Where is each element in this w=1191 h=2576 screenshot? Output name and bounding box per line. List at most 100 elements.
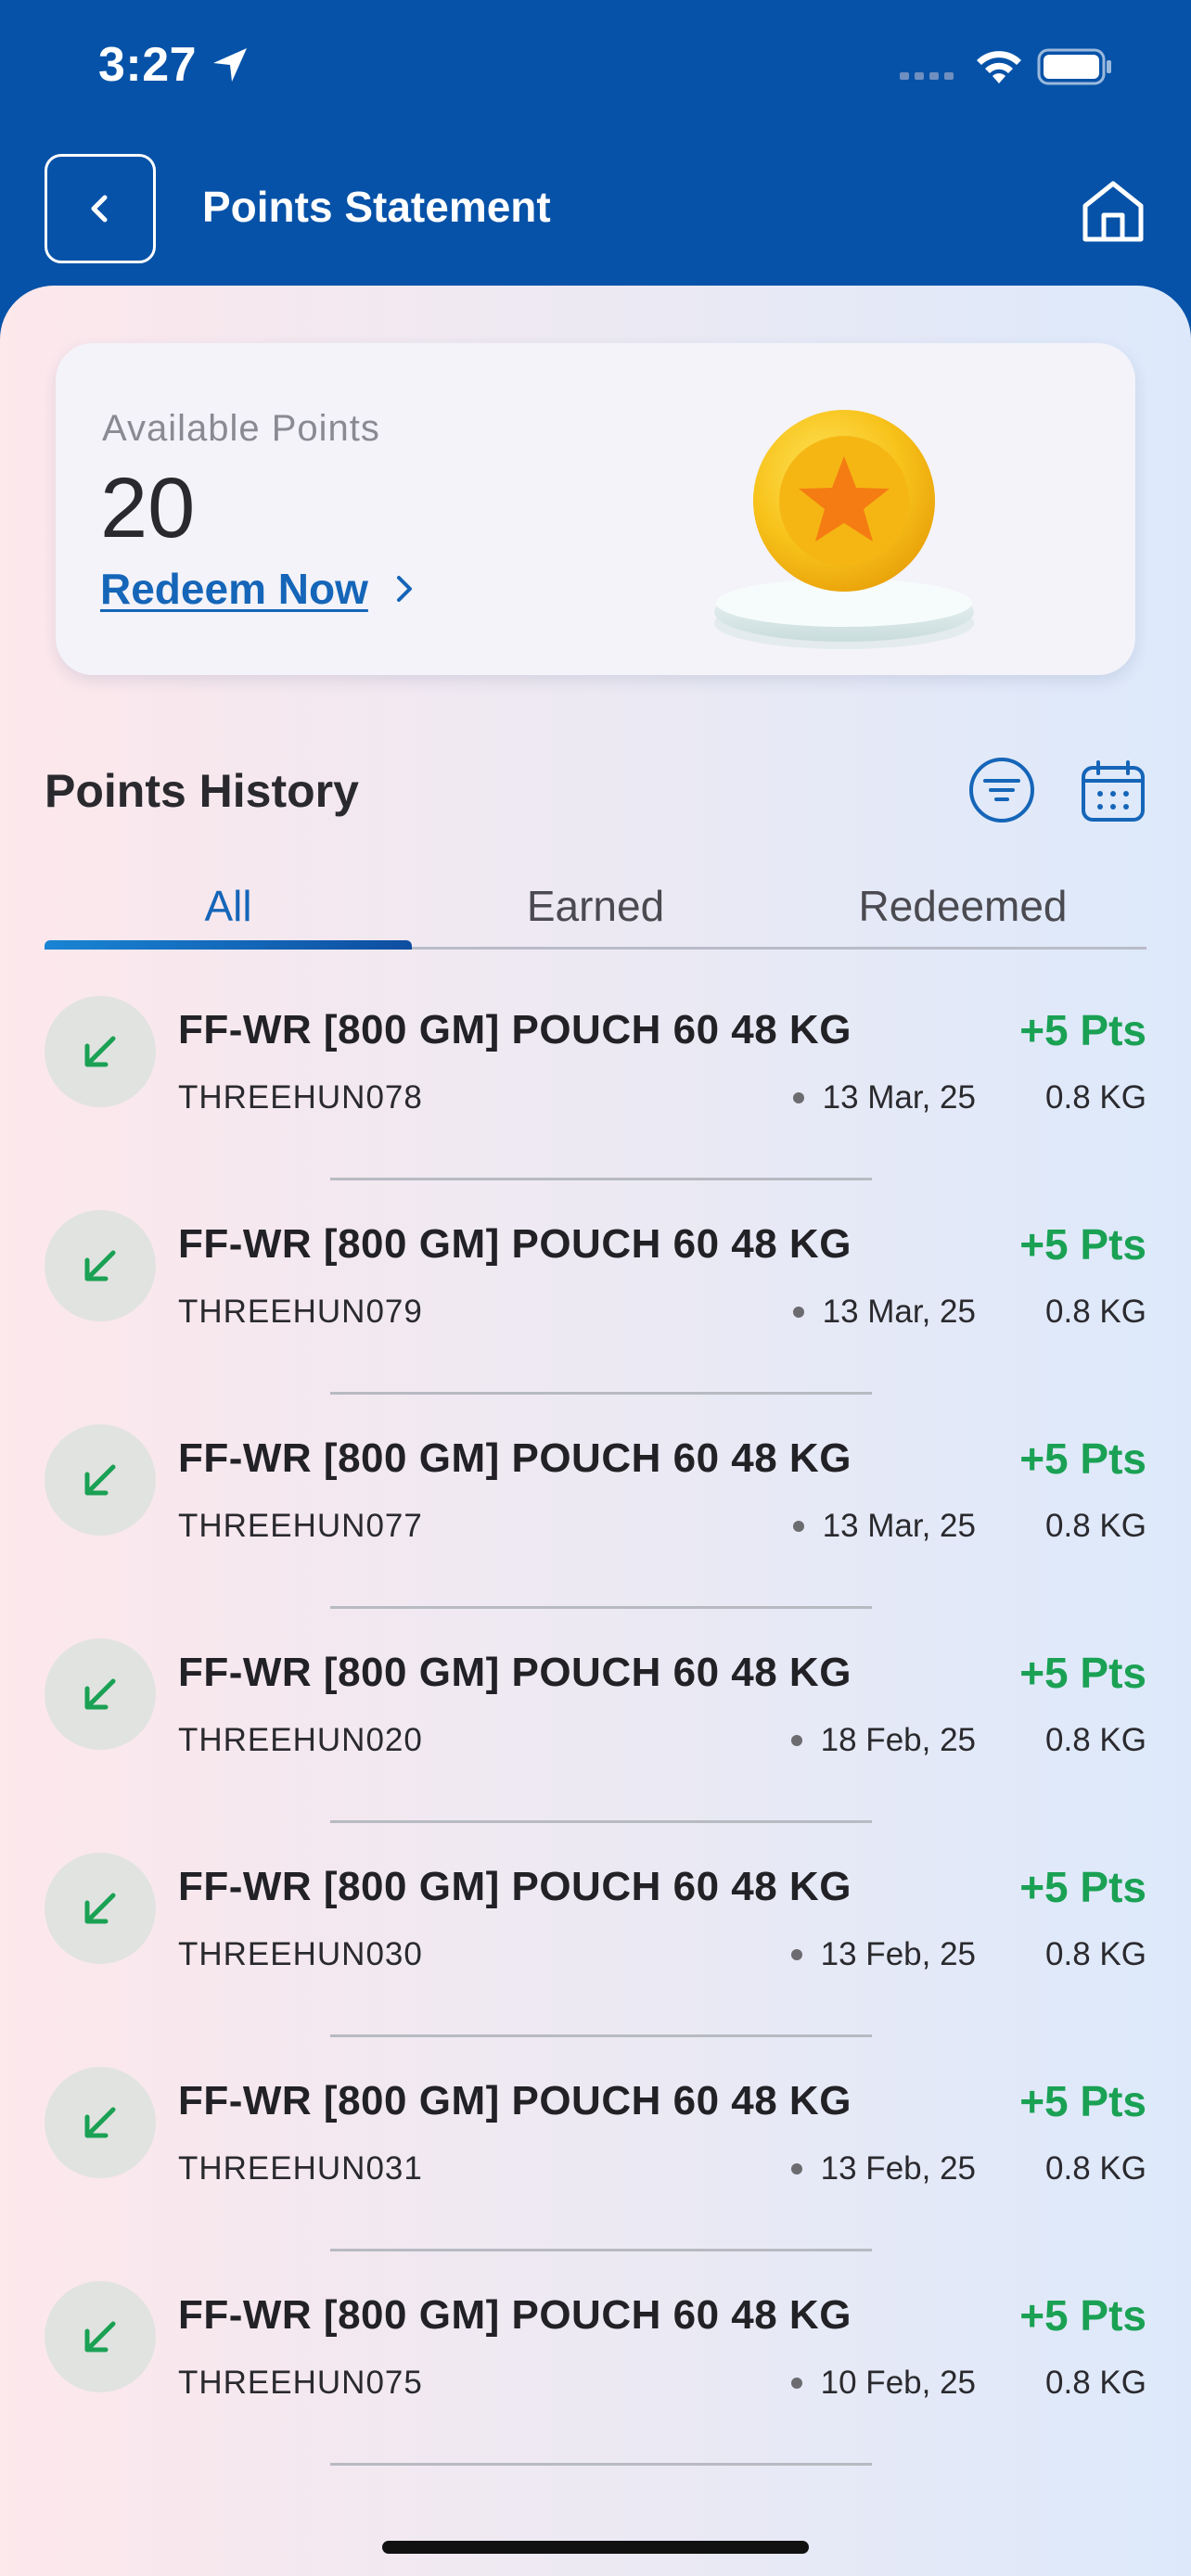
transaction-weight: 0.8 KG xyxy=(1045,1722,1146,1758)
tab-all[interactable]: All xyxy=(45,861,412,950)
arrow-down-left-icon xyxy=(84,1893,116,1924)
transaction-points: +5 Pts xyxy=(1019,1649,1146,1697)
transaction-code: THREEHUN031 xyxy=(178,2150,423,2187)
bullet-dot xyxy=(792,1307,804,1318)
chevron-left-icon xyxy=(91,195,108,223)
transaction-date-text: 18 Feb, 25 xyxy=(820,1722,976,1758)
star-coin-icon xyxy=(714,410,974,649)
transaction-date-text: 13 Mar, 25 xyxy=(822,1294,976,1330)
transaction-row[interactable]: FF-WR [800 GM] POUCH 60 48 KG +5 Pts THR… xyxy=(0,2037,1191,2251)
transaction-date-text: 10 Feb, 25 xyxy=(820,2365,976,2401)
wifi-icon xyxy=(977,51,1021,83)
earned-indicator xyxy=(45,1853,156,1964)
transaction-weight: 0.8 KG xyxy=(1045,2150,1146,2187)
transaction-points: +5 Pts xyxy=(1019,2291,1146,2340)
transaction-title: FF-WR [800 GM] POUCH 60 48 KG xyxy=(178,1650,852,1695)
transaction-code: THREEHUN075 xyxy=(178,2365,423,2401)
transaction-date-text: 13 Feb, 25 xyxy=(820,1936,976,1972)
transaction-row[interactable]: FF-WR [800 GM] POUCH 60 48 KG +5 Pts THR… xyxy=(0,1609,1191,1823)
available-points-label: Available Points xyxy=(102,408,380,449)
transaction-title: FF-WR [800 GM] POUCH 60 48 KG xyxy=(178,2292,852,2338)
transaction-weight: 0.8 KG xyxy=(1045,1079,1146,1116)
earned-indicator xyxy=(45,1424,156,1536)
home-button[interactable] xyxy=(1078,176,1148,251)
transaction-date: 13 Feb, 25 xyxy=(790,1936,976,1973)
transaction-points: +5 Pts xyxy=(1019,1863,1146,1911)
transaction-title: FF-WR [800 GM] POUCH 60 48 KG xyxy=(178,1007,852,1052)
transaction-date: 13 Mar, 25 xyxy=(792,1508,976,1545)
bullet-dot xyxy=(790,2378,802,2389)
transaction-points: +5 Pts xyxy=(1019,1220,1146,1269)
back-button[interactable] xyxy=(45,154,156,263)
transaction-code: THREEHUN079 xyxy=(178,1294,423,1330)
transaction-row[interactable]: FF-WR [800 GM] POUCH 60 48 KG +5 Pts THR… xyxy=(0,1823,1191,2037)
transaction-code: THREEHUN020 xyxy=(178,1722,423,1758)
arrow-down-left-icon xyxy=(84,2107,116,2138)
transaction-weight: 0.8 KG xyxy=(1045,1294,1146,1330)
transaction-date-text: 13 Feb, 25 xyxy=(820,2150,976,2187)
redeem-now-link[interactable]: Redeem Now xyxy=(100,564,416,614)
available-points-value: 20 xyxy=(100,461,196,555)
row-divider xyxy=(330,2463,872,2466)
transaction-date: 13 Mar, 25 xyxy=(792,1294,976,1331)
transaction-code: THREEHUN077 xyxy=(178,1508,423,1544)
tab-earned[interactable]: Earned xyxy=(412,861,779,947)
home-icon xyxy=(1082,181,1144,242)
main-panel: Available Points 20 Redeem Now Points Hi… xyxy=(0,286,1191,2576)
transaction-row[interactable]: FF-WR [800 GM] POUCH 60 48 KG +5 Pts THR… xyxy=(0,966,1191,1180)
transaction-title: FF-WR [800 GM] POUCH 60 48 KG xyxy=(178,2078,852,2123)
cellular-signal-icon xyxy=(900,72,954,80)
transaction-weight: 0.8 KG xyxy=(1045,2365,1146,2401)
points-history-title: Points History xyxy=(45,765,359,817)
transaction-title: FF-WR [800 GM] POUCH 60 48 KG xyxy=(178,1864,852,1909)
earned-indicator xyxy=(45,2067,156,2178)
arrow-down-left-icon xyxy=(84,1250,116,1282)
app-header: 3:27 Points Statement xyxy=(0,0,1191,334)
arrow-down-left-icon xyxy=(84,2321,116,2353)
bullet-dot xyxy=(792,1092,804,1103)
arrow-down-left-icon xyxy=(84,1036,116,1067)
earned-indicator xyxy=(45,1210,156,1321)
location-arrow-icon xyxy=(213,48,247,82)
transaction-date: 13 Mar, 25 xyxy=(792,1079,976,1116)
bullet-dot xyxy=(790,1949,802,1960)
calendar-icon xyxy=(1082,760,1145,822)
home-indicator xyxy=(382,2541,809,2554)
transaction-title: FF-WR [800 GM] POUCH 60 48 KG xyxy=(178,1221,852,1267)
transaction-points: +5 Pts xyxy=(1019,2077,1146,2125)
status-time: 3:27 xyxy=(98,38,198,92)
bullet-dot xyxy=(792,1521,804,1532)
arrow-down-left-icon xyxy=(84,1678,116,1710)
redeem-now-label: Redeem Now xyxy=(100,565,368,613)
transaction-title: FF-WR [800 GM] POUCH 60 48 KG xyxy=(178,1435,852,1481)
transaction-points: +5 Pts xyxy=(1019,1006,1146,1054)
transaction-date-text: 13 Mar, 25 xyxy=(822,1508,976,1544)
transaction-code: THREEHUN078 xyxy=(178,1079,423,1116)
points-card: Available Points 20 Redeem Now xyxy=(56,343,1135,675)
calendar-button[interactable] xyxy=(1080,760,1146,828)
transaction-points: +5 Pts xyxy=(1019,1435,1146,1483)
transaction-list: FF-WR [800 GM] POUCH 60 48 KG +5 Pts THR… xyxy=(0,966,1191,2466)
earned-indicator xyxy=(45,996,156,1107)
page-title: Points Statement xyxy=(202,183,551,231)
filter-icon xyxy=(969,758,1034,823)
transaction-date: 10 Feb, 25 xyxy=(790,2365,976,2402)
bullet-dot xyxy=(790,1735,802,1746)
transaction-row[interactable]: FF-WR [800 GM] POUCH 60 48 KG +5 Pts THR… xyxy=(0,2251,1191,2466)
tab-redeemed[interactable]: Redeemed xyxy=(779,861,1146,947)
earned-indicator xyxy=(45,2281,156,2392)
battery-icon xyxy=(1037,48,1111,85)
earned-indicator xyxy=(45,1639,156,1750)
history-tabs: All Earned Redeemed xyxy=(45,861,1146,950)
arrow-down-left-icon xyxy=(84,1464,116,1496)
transaction-date-text: 13 Mar, 25 xyxy=(822,1079,976,1116)
chevron-right-icon xyxy=(396,576,412,602)
transaction-weight: 0.8 KG xyxy=(1045,1508,1146,1544)
transaction-date: 13 Feb, 25 xyxy=(790,2150,976,2187)
filter-button[interactable] xyxy=(967,755,1037,830)
bullet-dot xyxy=(790,2163,802,2174)
transaction-row[interactable]: FF-WR [800 GM] POUCH 60 48 KG +5 Pts THR… xyxy=(0,1395,1191,1609)
transaction-row[interactable]: FF-WR [800 GM] POUCH 60 48 KG +5 Pts THR… xyxy=(0,1180,1191,1395)
transaction-weight: 0.8 KG xyxy=(1045,1936,1146,1972)
transaction-date: 18 Feb, 25 xyxy=(790,1722,976,1759)
